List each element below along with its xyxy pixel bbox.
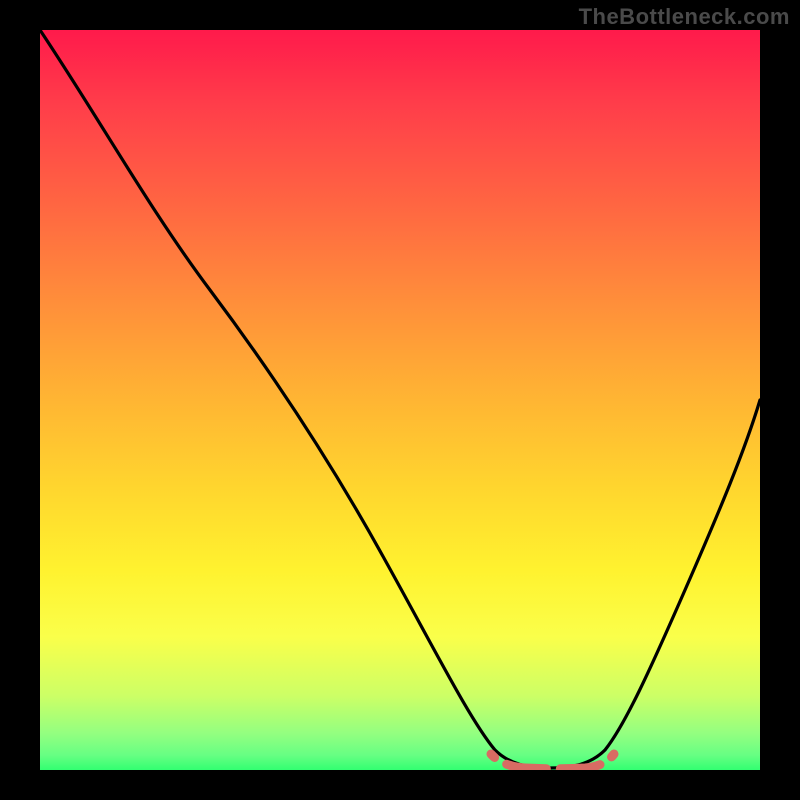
chart-frame: TheBottleneck.com <box>0 0 800 800</box>
plot-area <box>40 30 760 770</box>
bottleneck-curve <box>40 30 760 768</box>
bottleneck-curve-svg <box>40 30 760 770</box>
watermark-text: TheBottleneck.com <box>579 4 790 30</box>
